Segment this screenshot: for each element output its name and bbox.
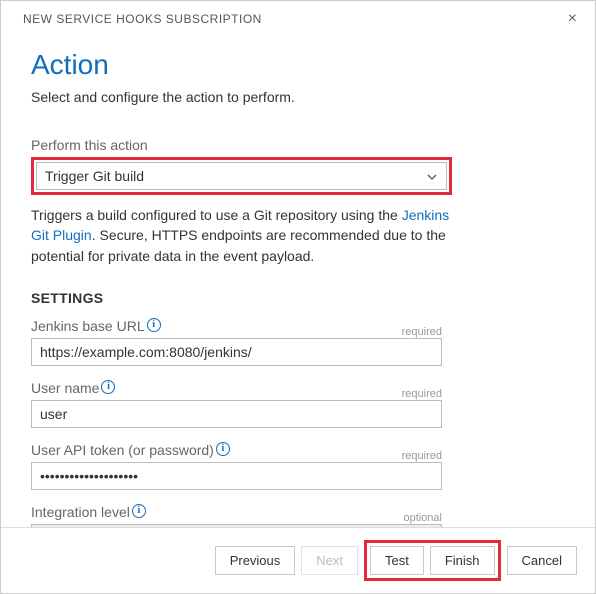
action-select[interactable]: Trigger Git build (36, 162, 447, 190)
dialog-header: NEW SERVICE HOOKS SUBSCRIPTION × (1, 1, 595, 35)
jenkins-base-url-label-text: Jenkins base URL (31, 318, 145, 334)
field-integration-level: Integration level i optional (31, 504, 565, 527)
api-token-label-text: User API token (or password) (31, 442, 214, 458)
page-subtitle: Select and configure the action to perfo… (31, 89, 565, 105)
integration-level-label: Integration level i (31, 504, 146, 520)
api-token-label: User API token (or password) i (31, 442, 230, 458)
close-icon[interactable]: × (564, 9, 581, 29)
next-button: Next (301, 546, 358, 575)
info-icon[interactable]: i (101, 380, 115, 394)
api-token-input[interactable] (31, 462, 442, 490)
info-icon[interactable]: i (147, 318, 161, 332)
dialog-title: NEW SERVICE HOOKS SUBSCRIPTION (23, 12, 262, 26)
integration-level-label-text: Integration level (31, 504, 130, 520)
optional-tag: optional (403, 512, 442, 524)
jenkins-base-url-input[interactable] (31, 338, 442, 366)
test-button[interactable]: Test (370, 546, 424, 575)
user-name-input[interactable] (31, 400, 442, 428)
page-title: Action (31, 49, 565, 81)
chevron-down-icon (426, 170, 438, 182)
action-desc-post: . Secure, HTTPS endpoints are recommende… (31, 227, 446, 263)
dialog-footer: Previous Next Test Finish Cancel (1, 527, 595, 593)
info-icon[interactable]: i (132, 504, 146, 518)
previous-button[interactable]: Previous (215, 546, 296, 575)
action-description: Triggers a build configured to use a Git… (31, 205, 451, 266)
action-select-value: Trigger Git build (45, 168, 144, 184)
action-desc-pre: Triggers a build configured to use a Git… (31, 207, 402, 223)
field-api-token: User API token (or password) i required (31, 442, 565, 490)
finish-button[interactable]: Finish (430, 546, 495, 575)
required-tag: required (402, 326, 442, 338)
jenkins-base-url-label: Jenkins base URL i (31, 318, 161, 334)
field-user-name: User name i required (31, 380, 565, 428)
field-jenkins-base-url: Jenkins base URL i required (31, 318, 565, 366)
user-name-label-text: User name (31, 380, 99, 396)
test-finish-highlight: Test Finish (364, 540, 501, 581)
action-select-highlight: Trigger Git build (31, 157, 452, 195)
info-icon[interactable]: i (216, 442, 230, 456)
user-name-label: User name i (31, 380, 115, 396)
service-hooks-dialog: NEW SERVICE HOOKS SUBSCRIPTION × Action … (0, 0, 596, 594)
dialog-body: Action Select and configure the action t… (1, 35, 595, 527)
settings-heading: SETTINGS (31, 290, 565, 306)
required-tag: required (402, 388, 442, 400)
cancel-button[interactable]: Cancel (507, 546, 577, 575)
action-label: Perform this action (31, 137, 565, 153)
required-tag: required (402, 450, 442, 462)
